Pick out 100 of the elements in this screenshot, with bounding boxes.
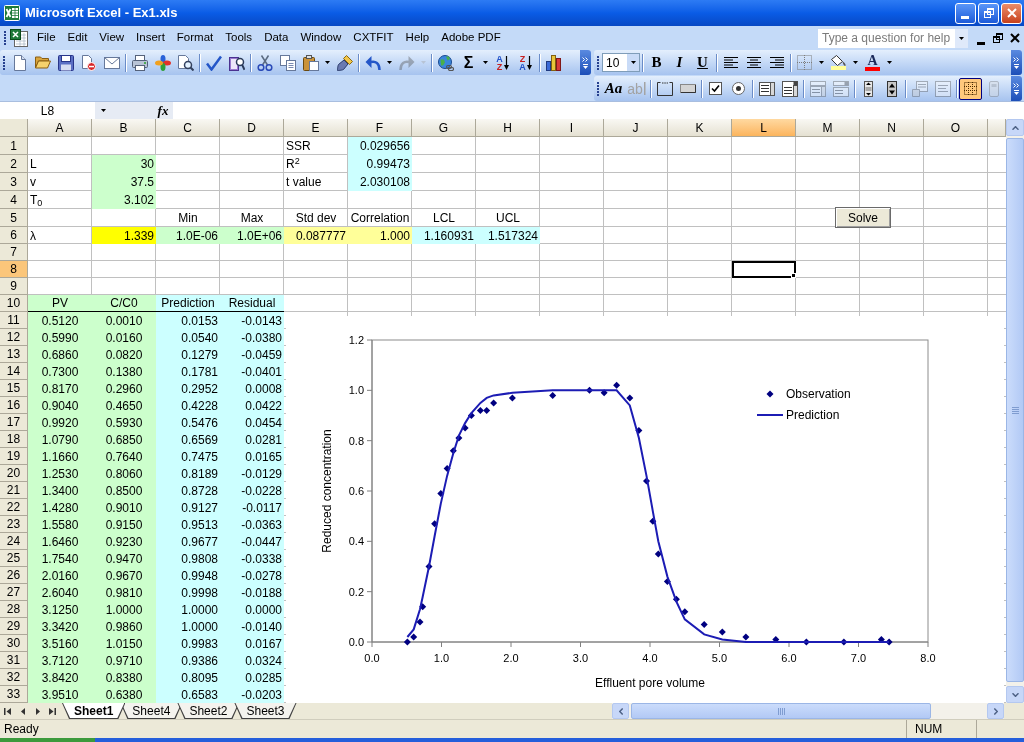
underline-button[interactable]: U xyxy=(691,51,714,74)
column-header[interactable]: A xyxy=(28,119,92,137)
insert-function-button[interactable]: fx xyxy=(155,102,171,119)
row-header[interactable]: 29 xyxy=(0,618,28,635)
cell: 0.8095 xyxy=(156,669,220,686)
menu-item[interactable]: Adobe PDF xyxy=(435,29,507,47)
menu-item[interactable]: Help xyxy=(399,29,436,47)
row-header[interactable]: 14 xyxy=(0,363,28,380)
close-button[interactable] xyxy=(1001,2,1022,24)
column-header[interactable]: N xyxy=(860,119,924,137)
sheet-tab[interactable]: Sheet3 xyxy=(234,703,297,719)
row-header[interactable]: 21 xyxy=(0,482,28,499)
active-cell[interactable] xyxy=(732,261,796,278)
row-header[interactable]: 5 xyxy=(0,209,28,227)
restore-workbook-button[interactable] xyxy=(993,31,1003,45)
sort-ascending-button[interactable]: A Z xyxy=(491,51,514,74)
menu-item[interactable]: CXTFIT xyxy=(347,29,400,47)
row-header[interactable]: 24 xyxy=(0,533,28,550)
row-header[interactable]: 4 xyxy=(0,191,28,209)
row-header[interactable]: 8 xyxy=(0,261,28,278)
cell: 1.0E+06 xyxy=(220,227,284,244)
font-color-button[interactable]: A xyxy=(861,51,884,74)
scroll-down-button[interactable] xyxy=(1006,686,1024,703)
column-header[interactable]: C xyxy=(156,119,220,137)
toolbar-options-button[interactable] xyxy=(1011,50,1022,75)
column-header[interactable]: E xyxy=(284,119,348,137)
menu-item[interactable]: View xyxy=(93,29,131,47)
row-header[interactable]: 25 xyxy=(0,550,28,567)
scroll-up-button[interactable] xyxy=(1006,119,1024,136)
row-header[interactable]: 19 xyxy=(0,448,28,465)
column-header[interactable]: J xyxy=(604,119,668,137)
axis-tick-label: 0.0 xyxy=(348,636,364,648)
row-header[interactable]: 11 xyxy=(0,312,28,329)
column-header[interactable]: K xyxy=(668,119,732,137)
row-header[interactable]: 13 xyxy=(0,346,28,363)
restore-button[interactable] xyxy=(978,2,999,24)
help-search-field[interactable]: Type a question for help xyxy=(818,28,968,48)
sort-descending-button[interactable]: Z A xyxy=(514,51,537,74)
row-header[interactable]: 30 xyxy=(0,635,28,652)
row-header[interactable]: 6 xyxy=(0,227,28,244)
column-header[interactable]: H xyxy=(476,119,540,137)
menu-item[interactable]: Edit xyxy=(61,29,94,47)
toggle-grid-button[interactable] xyxy=(959,77,982,100)
italic-button[interactable]: I xyxy=(668,51,691,74)
row-header[interactable]: 15 xyxy=(0,380,28,397)
row-header[interactable]: 31 xyxy=(0,652,28,669)
row-header[interactable]: 12 xyxy=(0,329,28,346)
solve-button[interactable]: Solve xyxy=(835,207,891,228)
row-header[interactable]: 27 xyxy=(0,584,28,601)
menu-item[interactable]: Format xyxy=(170,29,220,47)
font-size-dropdown[interactable] xyxy=(627,54,639,71)
menu-item[interactable]: Tools xyxy=(219,29,259,47)
row-header[interactable]: 18 xyxy=(0,431,28,448)
column-header[interactable]: G xyxy=(412,119,476,137)
close-workbook-button[interactable] xyxy=(1010,31,1020,45)
fill-handle[interactable] xyxy=(791,273,796,278)
row-header[interactable]: 22 xyxy=(0,499,28,516)
column-header[interactable]: B xyxy=(92,119,156,137)
row-header[interactable]: 2 xyxy=(0,155,28,173)
axis-tick-label: 8.0 xyxy=(920,652,936,664)
scroll-left-button[interactable] xyxy=(612,703,629,719)
row-header[interactable]: 3 xyxy=(0,173,28,191)
row-header[interactable]: 28 xyxy=(0,601,28,618)
bold-button[interactable]: B xyxy=(645,51,668,74)
autosum-button[interactable]: Σ xyxy=(457,51,480,74)
menu-item[interactable]: File xyxy=(31,29,62,47)
minimize-button[interactable] xyxy=(955,2,976,24)
horizontal-scrollbar[interactable] xyxy=(612,703,1004,719)
row-header[interactable]: 1 xyxy=(0,137,28,155)
column-header[interactable]: O xyxy=(924,119,988,137)
toolbar-options-button[interactable] xyxy=(580,50,591,75)
column-header[interactable]: I xyxy=(540,119,604,137)
formula-input[interactable] xyxy=(173,102,1024,119)
scroll-right-button[interactable] xyxy=(987,703,1004,719)
sheet-tab[interactable]: Sheet1 xyxy=(62,703,126,719)
row-header[interactable]: 26 xyxy=(0,567,28,584)
menu-item[interactable]: Data xyxy=(258,29,295,47)
row-header[interactable]: 23 xyxy=(0,516,28,533)
column-header[interactable]: M xyxy=(796,119,860,137)
cell-text: Correlation xyxy=(349,210,411,227)
help-dropdown-button[interactable] xyxy=(955,28,968,48)
row-header[interactable]: 7 xyxy=(0,244,28,261)
folder-icon xyxy=(34,56,51,69)
row-header[interactable]: 33 xyxy=(0,686,28,703)
toolbar-options-button[interactable] xyxy=(1011,76,1022,101)
menu-item[interactable]: Window xyxy=(294,29,348,47)
row-header[interactable]: 16 xyxy=(0,397,28,414)
row-header[interactable]: 20 xyxy=(0,465,28,482)
row-header[interactable]: 10 xyxy=(0,295,28,312)
column-header[interactable]: L xyxy=(732,119,796,137)
row-header[interactable]: 17 xyxy=(0,414,28,431)
column-header[interactable]: F xyxy=(348,119,412,137)
label-tool-button[interactable]: Aa xyxy=(602,77,625,100)
menu-item[interactable]: Insert xyxy=(130,29,171,47)
name-box[interactable]: L8 xyxy=(0,102,95,119)
column-header[interactable]: D xyxy=(220,119,284,137)
font-size-field[interactable]: 10 xyxy=(602,53,640,72)
row-header[interactable]: 9 xyxy=(0,278,28,295)
row-header[interactable]: 32 xyxy=(0,669,28,686)
scrollbar-thumb[interactable] xyxy=(631,703,931,719)
